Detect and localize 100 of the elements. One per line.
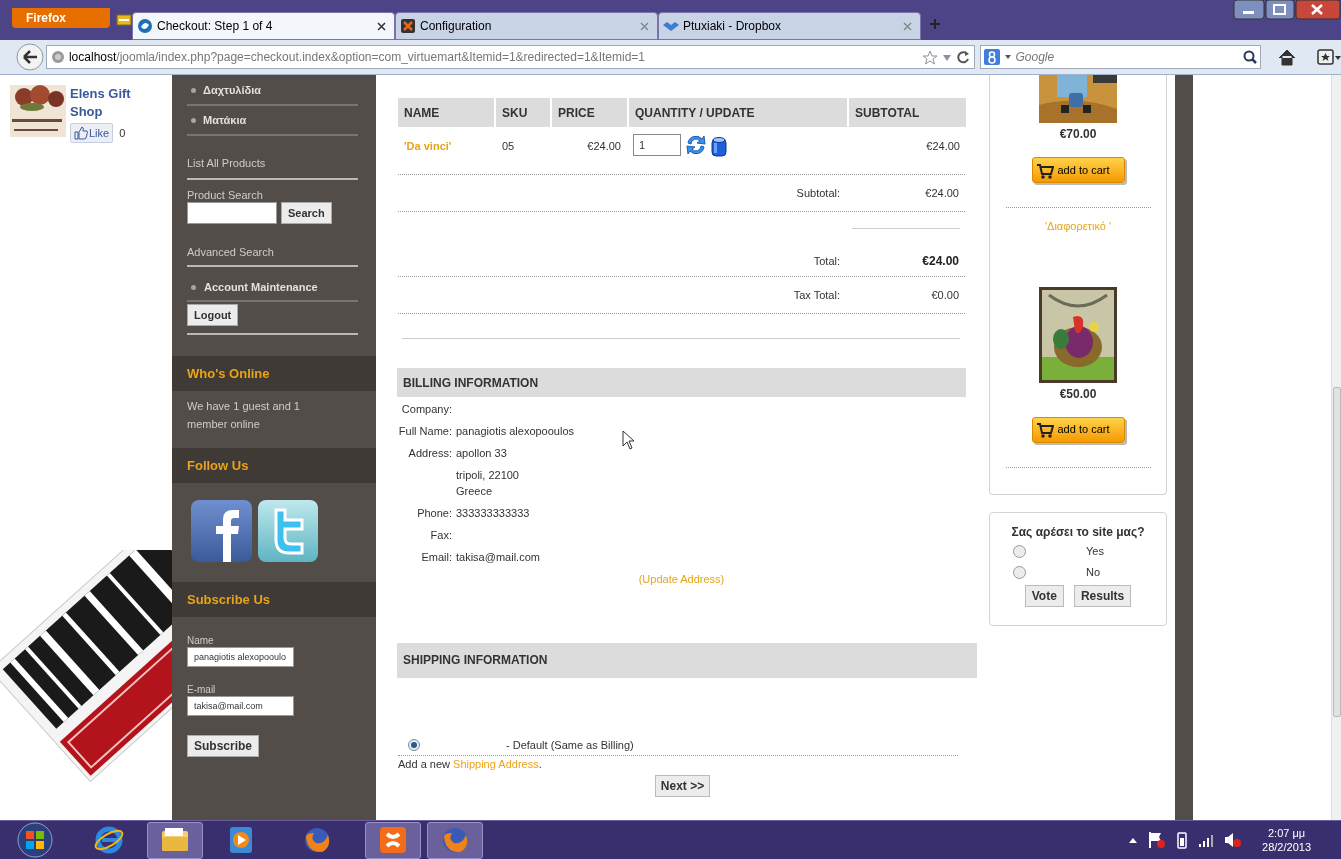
- category-link[interactable]: Δαχτυλίδια: [203, 81, 261, 99]
- minimize-icon[interactable]: [1233, 0, 1265, 20]
- subscribe-button[interactable]: Subscribe: [187, 735, 260, 757]
- like-button[interactable]: Like: [70, 123, 114, 143]
- tab-title: Ptuxiaki - Dropbox: [683, 18, 783, 35]
- online-text: We have 1 guest and 1 member online: [186, 399, 301, 432]
- column-header: PRICE: [552, 98, 627, 127]
- browser-tab[interactable]: Checkout: Step 1 of 4: [132, 12, 395, 40]
- search-engine-icon[interactable]: [983, 49, 1000, 65]
- total-label: Tax Total:: [792, 287, 841, 303]
- name-field[interactable]: panagiotis alexopooulo: [187, 647, 294, 667]
- search-field[interactable]: Google: [979, 45, 1262, 69]
- taskbar-button[interactable]: [147, 821, 203, 859]
- taskbar-button[interactable]: [365, 821, 421, 859]
- tab-title: Checkout: Step 1 of 4: [157, 18, 274, 35]
- search-icon[interactable]: [1243, 50, 1258, 64]
- field-value: takisa@mail.com: [456, 550, 540, 565]
- x-logo-icon: [400, 18, 416, 34]
- close-icon[interactable]: [377, 21, 386, 31]
- home-icon[interactable]: [1277, 48, 1298, 66]
- field-value: tripoli, 22100: [456, 468, 519, 483]
- fox-globe-icon: [302, 825, 332, 855]
- column-header: NAME: [398, 98, 494, 127]
- product-price: €50.00: [1059, 385, 1097, 403]
- globe-icon: [50, 50, 65, 64]
- category-link[interactable]: Ματάκια: [203, 111, 247, 129]
- address-field[interactable]: localhost/joomla/index.php?page=checkout.index&option=com_virtuemart&Itemid=1&redirected=1&Itemid=1: [45, 45, 975, 69]
- next-button[interactable]: Next >>: [654, 774, 711, 797]
- search-field[interactable]: [187, 202, 277, 224]
- logout-button[interactable]: Logout: [187, 304, 239, 326]
- flag-icon[interactable]: [1148, 831, 1167, 849]
- table-cell-text: €24.00: [925, 139, 961, 154]
- signal-icon[interactable]: [1198, 832, 1215, 848]
- menu-link[interactable]: Account Maintenance: [204, 278, 318, 296]
- field-label: Name: [187, 635, 215, 647]
- like-count: 0: [119, 125, 126, 141]
- battery-icon[interactable]: [1176, 831, 1189, 849]
- field-label: E-mail: [187, 684, 217, 696]
- thumbs-up-icon: [74, 126, 88, 140]
- field-value: apollon 33: [456, 446, 508, 461]
- poll-button[interactable]: Vote: [1024, 585, 1064, 607]
- trash-can-icon[interactable]: [711, 136, 727, 158]
- section-title: BILLING INFORMATION: [403, 374, 539, 392]
- email-field[interactable]: takisa@mail.com: [187, 696, 294, 716]
- menu-link[interactable]: Advanced Search: [187, 245, 358, 259]
- total-label: Subtotal:: [795, 185, 841, 201]
- search-input[interactable]: Google: [1015, 48, 1240, 66]
- field-value: Greece: [456, 484, 494, 499]
- field-value: panagiotis alexopooulos: [456, 424, 575, 439]
- close-icon[interactable]: [1295, 0, 1341, 20]
- field-label: Phone:: [416, 506, 452, 521]
- bookmark-star-icon[interactable]: [921, 49, 938, 65]
- e-logo-icon: [94, 825, 124, 855]
- dropdown-icon[interactable]: [1003, 53, 1012, 61]
- scrollbar-thumb[interactable]: [1333, 387, 1341, 717]
- product-price: €70.00: [1059, 126, 1097, 143]
- poll-button[interactable]: Results: [1073, 585, 1132, 607]
- browser-tab[interactable]: Ptuxiaki - Dropbox: [658, 12, 921, 40]
- facebook-icon[interactable]: [191, 500, 252, 562]
- radio-button[interactable]: [1013, 545, 1026, 558]
- option-label: Yes: [1086, 544, 1104, 560]
- search-button[interactable]: Search: [281, 202, 332, 224]
- section-title: SHIPPING INFORMATION: [403, 652, 548, 669]
- cart-icon: [1035, 421, 1054, 438]
- bullet-icon: [191, 117, 196, 123]
- quantity-field[interactable]: 1: [633, 134, 681, 156]
- bullet-icon: [191, 284, 196, 290]
- add-address-text: Add a new Shipping Address.: [398, 756, 543, 772]
- maximize-icon[interactable]: [1265, 0, 1295, 20]
- bookmarks-icon[interactable]: [1317, 48, 1341, 66]
- back-icon[interactable]: [16, 43, 44, 71]
- field-label: Product Search: [187, 188, 264, 202]
- field-label: Address:: [407, 446, 452, 461]
- option-label: - Default (Same as Billing): [506, 737, 634, 753]
- column-header: SKU: [496, 98, 550, 127]
- mouse-cursor-icon: [622, 430, 635, 450]
- reload-icon[interactable]: [955, 50, 970, 64]
- fox-globe-icon: [440, 825, 470, 855]
- tab-groups-icon[interactable]: [116, 12, 132, 28]
- start-button[interactable]: [17, 822, 53, 858]
- browser-tab[interactable]: Configuration: [395, 12, 658, 40]
- radio-button[interactable]: [408, 739, 420, 751]
- module-title: Follow Us: [187, 456, 249, 475]
- option-label: No: [1086, 565, 1101, 581]
- speaker-icon[interactable]: [1224, 831, 1243, 849]
- clock[interactable]: 2:07 μμ 28/2/2013: [1262, 826, 1311, 854]
- column-header: SUBTOTAL: [849, 98, 966, 127]
- radio-button[interactable]: [1013, 566, 1026, 579]
- table-cell-text: €24.00: [586, 139, 622, 154]
- add-to-cart-button[interactable]: add to cart: [1031, 157, 1125, 183]
- add-to-cart-button[interactable]: add to cart: [1031, 416, 1125, 443]
- dropdown-icon[interactable]: [941, 52, 952, 62]
- shop-name[interactable]: Elens Gift Shop: [70, 85, 142, 121]
- menu-link[interactable]: List All Products: [187, 156, 358, 170]
- refresh-icon[interactable]: [685, 134, 707, 156]
- url-text: localhost/joomla/index.php?page=checkout.index&option=com_virtuemart&Itemid=1&redirected=1&Itemid=1: [68, 49, 646, 66]
- field-label: Full Name:: [398, 424, 452, 439]
- tab-title: Configuration: [420, 18, 493, 35]
- swirl-icon: [137, 18, 153, 34]
- total-value: €24.00: [921, 253, 960, 270]
